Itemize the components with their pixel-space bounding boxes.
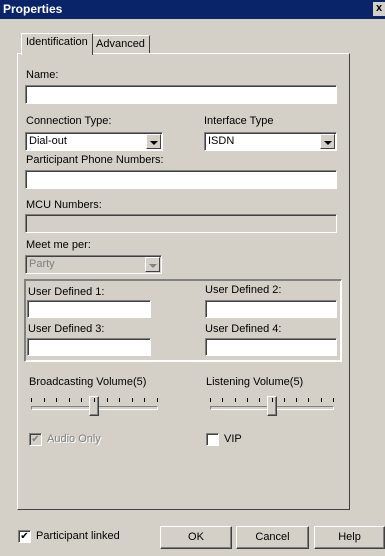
- window-title: Properties: [3, 2, 63, 16]
- tab-identification[interactable]: Identification: [21, 33, 93, 55]
- interface-type-label: Interface Type: [204, 115, 274, 127]
- slider-tick: [272, 398, 273, 402]
- slider-tick: [284, 398, 285, 402]
- slider-tick: [296, 398, 297, 402]
- slider-tick: [210, 398, 211, 402]
- slider-tick: [81, 398, 82, 402]
- chevron-down-icon[interactable]: [320, 134, 335, 149]
- slider-tick: [44, 398, 45, 402]
- slider-tick: [144, 398, 145, 402]
- slider-tick: [333, 398, 334, 402]
- audio-only-label: Audio Only: [47, 433, 101, 445]
- participant-phone-input[interactable]: [25, 170, 337, 189]
- slider-tick: [308, 398, 309, 402]
- slider-tick: [247, 398, 248, 402]
- broadcasting-volume-label: Broadcasting Volume(5): [29, 376, 147, 388]
- chevron-down-icon: [145, 257, 160, 272]
- ok-button[interactable]: OK: [160, 526, 232, 549]
- tab-advanced[interactable]: Advanced: [91, 35, 150, 54]
- user-defined-4-label: User Defined 4:: [205, 323, 282, 335]
- slider-tick: [56, 398, 57, 402]
- name-input[interactable]: [25, 85, 337, 104]
- participant-phone-label: Participant Phone Numbers:: [26, 154, 164, 166]
- user-defined-2-input[interactable]: [205, 300, 337, 318]
- slider-tick: [31, 398, 32, 402]
- slider-tick: [94, 398, 95, 402]
- user-defined-3-input[interactable]: [27, 338, 151, 356]
- close-icon[interactable]: x: [373, 2, 385, 16]
- listening-volume-slider[interactable]: [210, 394, 334, 422]
- user-defined-3-label: User Defined 3:: [28, 323, 105, 335]
- interface-type-select[interactable]: ISDN: [204, 132, 337, 151]
- slider-tick: [132, 398, 133, 402]
- check-icon[interactable]: ✔: [18, 530, 31, 543]
- broadcasting-volume-slider[interactable]: [31, 394, 158, 422]
- slider-tick: [107, 398, 108, 402]
- chevron-down-icon[interactable]: [146, 134, 161, 149]
- user-defined-4-input[interactable]: [205, 338, 337, 356]
- meet-me-per-label: Meet me per:: [26, 239, 91, 251]
- check-icon: ✔: [29, 433, 42, 446]
- slider-tick: [157, 398, 158, 402]
- help-button[interactable]: Help: [314, 526, 385, 549]
- interface-type-value: ISDN: [208, 135, 235, 147]
- vip-label: VIP: [224, 433, 242, 445]
- slider-tick: [321, 398, 322, 402]
- meet-me-per-select: Party: [25, 255, 162, 274]
- check-icon[interactable]: [206, 433, 219, 446]
- mcu-numbers-label: MCU Numbers:: [26, 199, 102, 211]
- connection-type-label: Connection Type:: [26, 115, 112, 127]
- title-bar[interactable]: Properties x: [0, 0, 385, 19]
- slider-tick: [119, 398, 120, 402]
- listening-volume-label: Listening Volume(5): [206, 376, 304, 388]
- meet-me-per-value: Party: [29, 258, 55, 270]
- mcu-numbers-field: [25, 214, 337, 233]
- slider-tick: [235, 398, 236, 402]
- slider-tick: [222, 398, 223, 402]
- slider-tick: [259, 398, 260, 402]
- connection-type-value: Dial-out: [29, 135, 67, 147]
- user-defined-2-label: User Defined 2:: [205, 284, 282, 296]
- slider-tick: [69, 398, 70, 402]
- name-label: Name:: [26, 69, 59, 81]
- connection-type-select[interactable]: Dial-out: [25, 132, 163, 151]
- user-defined-1-label: User Defined 1:: [28, 286, 105, 298]
- cancel-button[interactable]: Cancel: [236, 526, 309, 549]
- participant-linked-label: Participant linked: [36, 530, 120, 542]
- user-defined-1-input[interactable]: [27, 300, 151, 318]
